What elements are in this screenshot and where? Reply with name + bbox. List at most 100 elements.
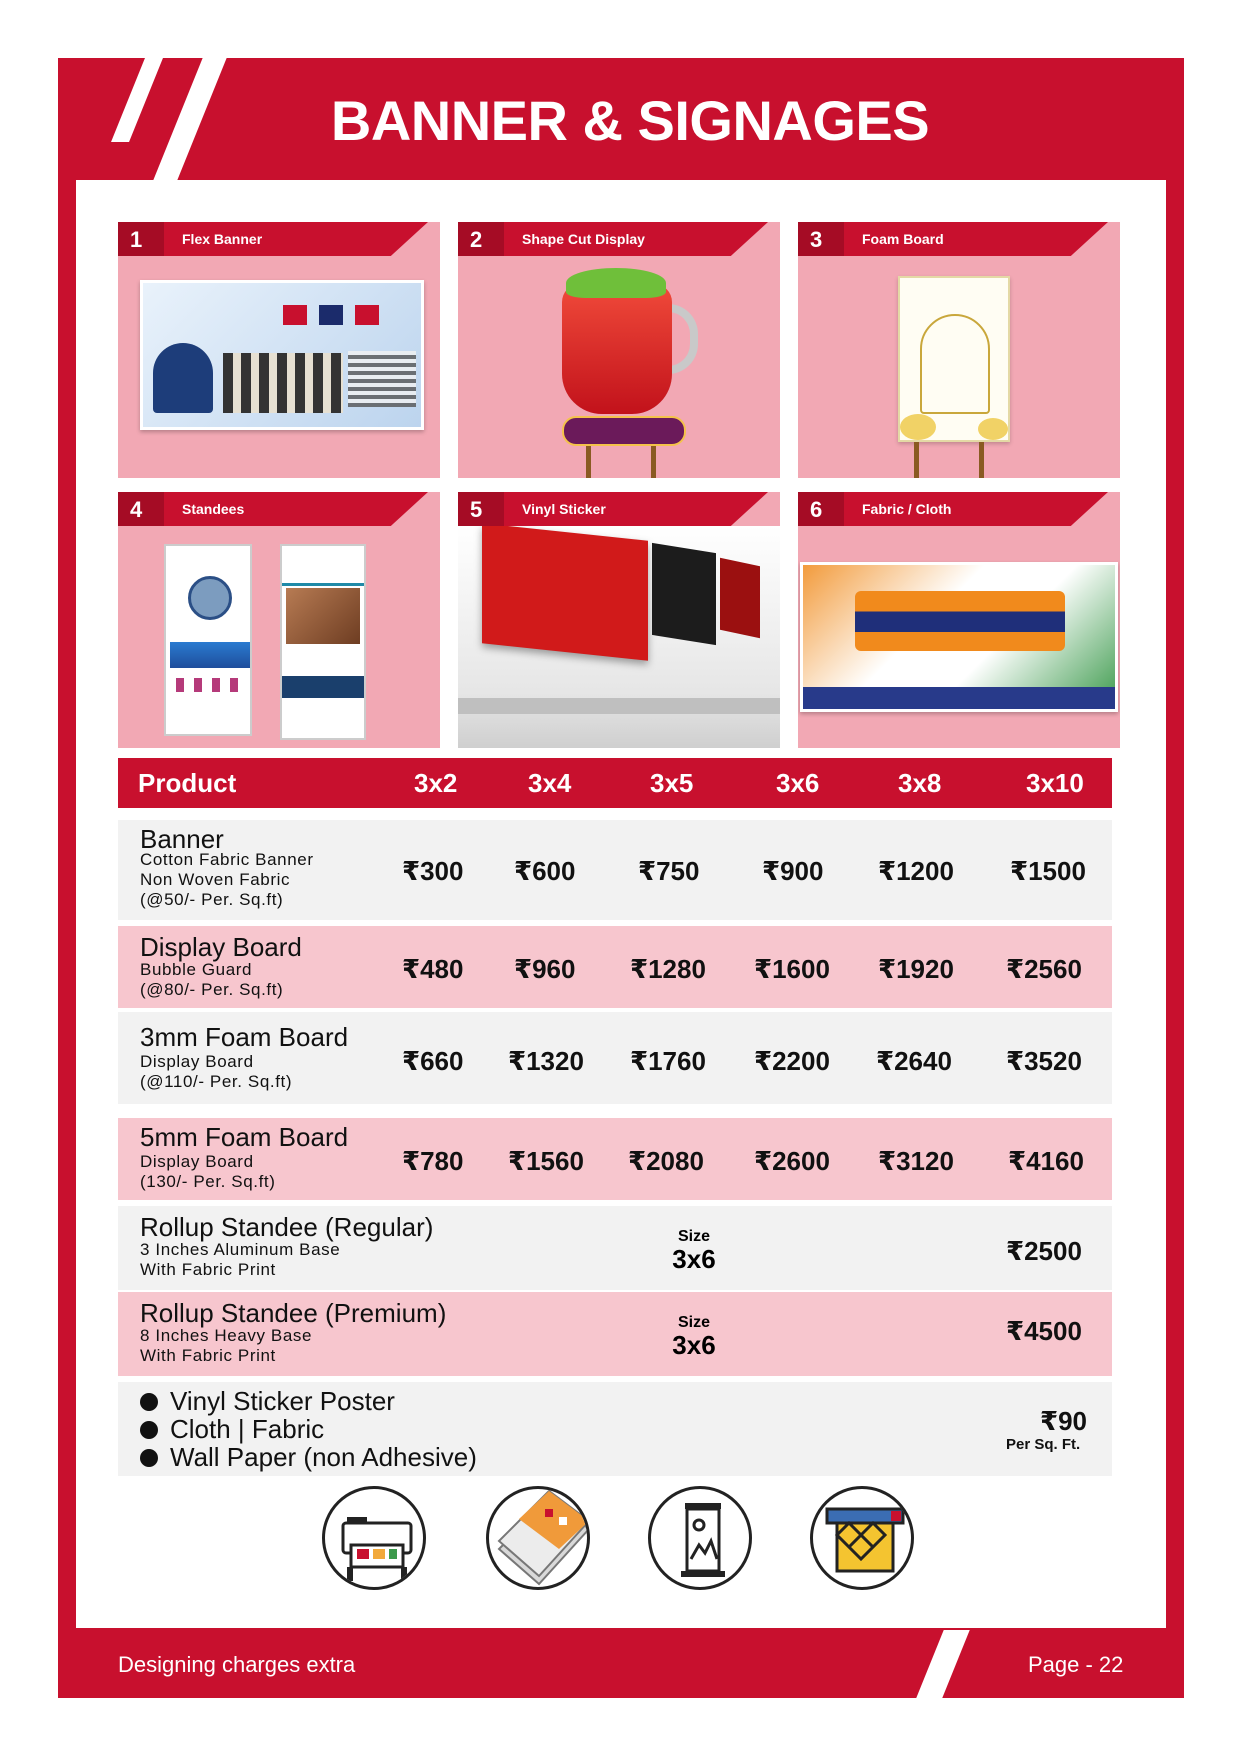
tile-shape-cut-display: 2 Shape Cut Display bbox=[458, 222, 780, 478]
fabric-banner-image bbox=[800, 562, 1118, 712]
size-value: 3x6 bbox=[672, 1330, 716, 1360]
price-cell: ₹2600 bbox=[754, 1146, 830, 1176]
price-cell: ₹1500 bbox=[1010, 856, 1086, 886]
name-plate bbox=[562, 416, 686, 446]
price-cell: ₹3120 bbox=[878, 1146, 954, 1176]
wallpaper-printing-icon bbox=[810, 1486, 914, 1590]
price-cell: ₹1600 bbox=[754, 954, 830, 984]
column-header: 3x4 bbox=[528, 768, 572, 798]
tile-number: 2 bbox=[470, 227, 483, 252]
mint-garnish bbox=[566, 268, 666, 298]
price-cell: ₹2200 bbox=[754, 1046, 830, 1076]
column-header: 3x5 bbox=[650, 768, 694, 798]
product-desc: With Fabric Print bbox=[140, 1260, 276, 1279]
footer-note: Designing charges extra bbox=[118, 1652, 356, 1677]
price-cell: ₹1200 bbox=[878, 856, 954, 886]
column-header: 3x6 bbox=[776, 768, 820, 798]
price-cell: ₹780 bbox=[402, 1146, 464, 1176]
tile-foam-board: 3 Foam Board bbox=[798, 222, 1120, 478]
product-name: Rollup Standee (Premium) bbox=[140, 1298, 447, 1328]
tile-label: Foam Board bbox=[862, 231, 944, 247]
tile-fabric-cloth: 6 Fabric / Cloth bbox=[798, 492, 1120, 748]
table-row: Vinyl Sticker Poster Cloth | Fabric Wall… bbox=[118, 1382, 1112, 1476]
table-row: Display Board Bubble Guard (@80/- Per. S… bbox=[118, 926, 1112, 1008]
product-desc: Display Board bbox=[140, 1052, 254, 1071]
tile-label: Standees bbox=[182, 501, 245, 517]
tile-number: 5 bbox=[470, 497, 483, 522]
product-desc: (@110/- Per. Sq.ft) bbox=[140, 1072, 293, 1091]
flex-banner-image bbox=[140, 280, 424, 430]
price-cell: ₹1280 bbox=[630, 954, 706, 984]
product-name: Rollup Standee (Regular) bbox=[140, 1212, 434, 1242]
price-cell: ₹1560 bbox=[508, 1146, 584, 1176]
price-cell: ₹2080 bbox=[628, 1146, 704, 1176]
price-cell: ₹3520 bbox=[1006, 1046, 1082, 1076]
price-cell: ₹1760 bbox=[630, 1046, 706, 1076]
product-desc: 3 Inches Aluminum Base bbox=[140, 1240, 341, 1259]
vinyl-poster bbox=[652, 542, 716, 646]
product-desc: (@80/- Per. Sq.ft) bbox=[140, 980, 284, 999]
tile-label: Shape Cut Display bbox=[522, 231, 645, 247]
column-header: 3x2 bbox=[414, 768, 458, 798]
vinyl-poster bbox=[720, 557, 760, 639]
tile-number: 6 bbox=[810, 497, 823, 522]
rollup-standee-icon bbox=[648, 1486, 752, 1590]
tile-label: Flex Banner bbox=[182, 231, 263, 247]
tile-header bbox=[118, 492, 428, 526]
price-cell: ₹900 bbox=[762, 856, 824, 886]
price-cell: ₹2560 bbox=[1006, 954, 1082, 984]
printer-icon bbox=[322, 1486, 426, 1590]
table-row: Banner Cotton Fabric Banner Non Woven Fa… bbox=[118, 820, 1112, 920]
floor bbox=[458, 698, 780, 714]
list-item: Cloth | Fabric bbox=[140, 1414, 324, 1445]
tile-standees: 4 Standees bbox=[118, 492, 440, 748]
price-cell: ₹300 bbox=[402, 856, 464, 886]
tile-header bbox=[798, 492, 1108, 526]
page-title: BANNER & SIGNAGES bbox=[330, 89, 930, 152]
product-desc: Cotton Fabric Banner bbox=[140, 850, 314, 869]
column-header: Product bbox=[138, 768, 237, 798]
foam-board-layers-icon bbox=[486, 1486, 590, 1590]
price-cell: ₹1920 bbox=[878, 954, 954, 984]
foam-board-image bbox=[898, 276, 1010, 442]
size-value: 3x6 bbox=[672, 1244, 716, 1274]
juice-jug-image bbox=[562, 284, 672, 414]
tile-number: 4 bbox=[130, 497, 143, 522]
standee-image bbox=[164, 544, 252, 736]
price-cell: ₹4160 bbox=[1008, 1146, 1084, 1176]
column-header: 3x10 bbox=[1026, 768, 1084, 798]
product-desc: Display Board bbox=[140, 1152, 254, 1171]
price-cell: ₹750 bbox=[638, 856, 700, 886]
price-table-header: Product 3x2 3x4 3x5 3x6 3x8 3x10 bbox=[118, 758, 1112, 808]
table-row: 5mm Foam Board Display Board (130/- Per.… bbox=[118, 1118, 1112, 1200]
easel bbox=[914, 442, 984, 478]
price-cell: ₹2640 bbox=[876, 1046, 952, 1076]
list-item: Wall Paper (non Adhesive) bbox=[140, 1442, 477, 1473]
tile-header bbox=[798, 222, 1108, 256]
tile-header bbox=[118, 222, 428, 256]
table-row: Rollup Standee (Regular) 3 Inches Alumin… bbox=[118, 1206, 1112, 1290]
product-desc: (@50/- Per. Sq.ft) bbox=[140, 890, 284, 909]
price-cell: ₹4500 bbox=[1006, 1316, 1082, 1346]
tile-label: Fabric / Cloth bbox=[862, 501, 952, 517]
price-cell: ₹660 bbox=[402, 1046, 464, 1076]
price-cell: ₹600 bbox=[514, 856, 576, 886]
product-desc: With Fabric Print bbox=[140, 1346, 276, 1365]
price-cell: ₹2500 bbox=[1006, 1236, 1082, 1266]
tile-label: Vinyl Sticker bbox=[522, 501, 606, 517]
product-desc: Bubble Guard bbox=[140, 960, 253, 979]
list-item: Vinyl Sticker Poster bbox=[140, 1386, 395, 1417]
product-desc: 8 Inches Heavy Base bbox=[140, 1326, 313, 1345]
page-number: Page - 22 bbox=[1028, 1652, 1124, 1677]
standee-image bbox=[280, 544, 366, 740]
table-row: 3mm Foam Board Display Board (@110/- Per… bbox=[118, 1012, 1112, 1104]
vinyl-poster bbox=[482, 523, 648, 661]
price-cell: ₹1320 bbox=[508, 1046, 584, 1076]
product-name: 5mm Foam Board bbox=[140, 1122, 349, 1152]
table-row: Rollup Standee (Premium) 8 Inches Heavy … bbox=[118, 1292, 1112, 1376]
price-cell: ₹90 bbox=[1040, 1406, 1088, 1436]
tile-header bbox=[458, 492, 768, 526]
product-desc: Non Woven Fabric bbox=[140, 870, 291, 889]
tile-vinyl-sticker: 5 Vinyl Sticker bbox=[458, 492, 780, 748]
price-cell: ₹480 bbox=[402, 954, 464, 984]
